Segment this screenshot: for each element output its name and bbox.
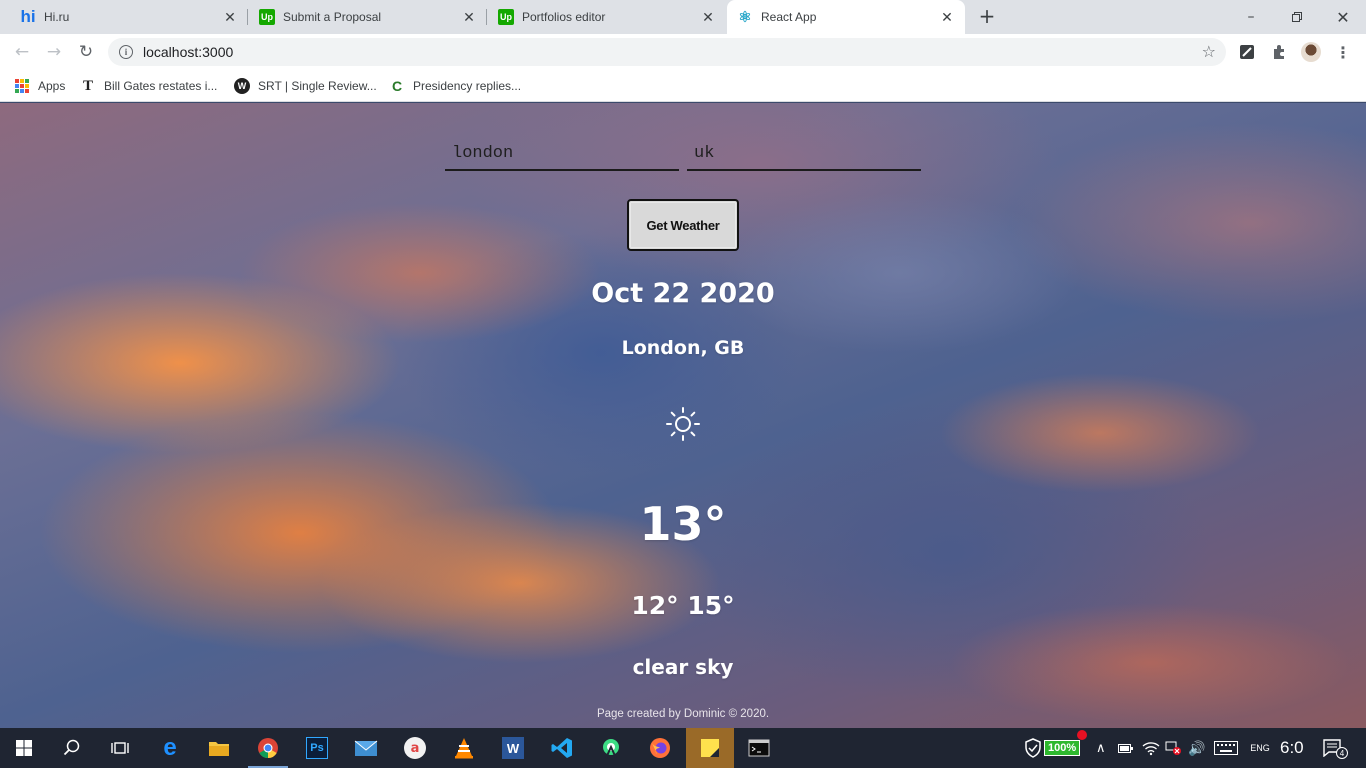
network-disconnected-icon[interactable] — [1164, 728, 1182, 768]
bookmark-bill-gates[interactable]: T Bill Gates restates i... — [80, 76, 217, 96]
tab-submit-proposal[interactable]: Up Submit a Proposal ✕ — [249, 0, 487, 34]
srt-favicon-icon: W — [234, 78, 250, 94]
hiru-favicon-icon: hi — [20, 7, 36, 26]
restore-icon[interactable] — [1274, 0, 1320, 34]
back-icon[interactable]: ← — [10, 40, 34, 64]
site-info-icon[interactable]: i — [119, 45, 133, 59]
clock[interactable]: 6:0 — [1280, 728, 1304, 768]
bookmark-apps[interactable]: Apps — [14, 76, 65, 96]
power-plug-icon[interactable] — [1118, 728, 1134, 768]
upwork-favicon-icon: Up — [259, 9, 275, 25]
notification-dot-icon — [1077, 730, 1087, 740]
close-window-icon[interactable]: ✕ — [1320, 0, 1366, 34]
minimize-icon[interactable]: – — [1228, 0, 1274, 34]
chevron-up-icon[interactable]: ∧ — [1096, 728, 1106, 768]
sun-icon — [666, 407, 700, 441]
menu-kebab-icon[interactable]: ⋮ — [1333, 42, 1353, 62]
forward-icon[interactable]: → — [42, 40, 66, 64]
weather-page: Get Weather Oct 22 2020 London, GB 13° 1… — [0, 103, 1366, 728]
bookmarks-bar: Apps T Bill Gates restates i... W SRT | … — [0, 70, 1366, 102]
photoshop-icon[interactable]: Ps — [293, 728, 341, 768]
vlc-icon[interactable] — [440, 728, 488, 768]
close-tab-icon[interactable]: ✕ — [461, 9, 477, 26]
weather-location: London, GB — [621, 337, 745, 359]
windows-taskbar: e Ps a W 100% ∧ 🔊 ENG 6:0 4 — [0, 728, 1366, 768]
defender-tray-icon[interactable] — [1024, 728, 1042, 768]
new-tab-icon[interactable]: + — [975, 5, 999, 29]
country-input[interactable] — [687, 137, 921, 171]
weather-date: Oct 22 2020 — [591, 278, 775, 309]
weather-description: clear sky — [632, 655, 734, 679]
edge-icon[interactable]: e — [146, 728, 194, 768]
tab-title: Portfolios editor — [522, 10, 606, 24]
react-favicon-icon: ⚛ — [738, 9, 752, 26]
page-footer: Page created by Dominic © 2020. — [596, 708, 770, 720]
tab-portfolios-editor[interactable]: Up Portfolios editor ✕ — [488, 0, 726, 34]
tab-title: React App — [761, 10, 817, 24]
reload-icon[interactable]: ↻ — [74, 40, 98, 64]
wifi-icon[interactable] — [1142, 728, 1160, 768]
bookmark-label: SRT | Single Review... — [258, 79, 377, 93]
battery-tray[interactable]: 100% — [1044, 728, 1087, 768]
bookmark-label: Bill Gates restates i... — [104, 79, 218, 93]
android-studio-icon[interactable] — [587, 728, 635, 768]
sticky-notes-icon[interactable] — [686, 728, 734, 768]
current-temperature: 13° — [639, 497, 727, 551]
bookmark-star-icon[interactable]: ☆ — [1202, 42, 1216, 61]
bookmark-srt[interactable]: W SRT | Single Review... — [234, 76, 377, 96]
extension-icon[interactable] — [1237, 42, 1257, 62]
bookmark-label: Presidency replies... — [413, 79, 522, 93]
file-explorer-icon[interactable] — [195, 728, 243, 768]
language-indicator[interactable]: ENG — [1250, 728, 1270, 768]
battery-percent: 100% — [1044, 740, 1081, 756]
close-tab-icon[interactable]: ✕ — [222, 9, 238, 26]
firefox-icon[interactable] — [636, 728, 684, 768]
app-circle-icon[interactable]: a — [391, 728, 439, 768]
keyboard-icon[interactable] — [1214, 728, 1238, 768]
apps-grid-icon — [14, 78, 30, 94]
puzzle-extensions-icon[interactable] — [1269, 42, 1289, 62]
tab-title: Hi.ru — [44, 10, 70, 24]
volume-icon[interactable]: 🔊 — [1188, 728, 1205, 768]
min-max-temperature: 12° 15° — [631, 591, 735, 620]
presidency-favicon-icon: C — [391, 78, 403, 94]
chrome-icon[interactable] — [244, 728, 292, 768]
city-input[interactable] — [445, 137, 679, 171]
browser-toolbar: ← → ↻ i localhost:3000 ☆ ⋮ — [0, 34, 1366, 70]
profile-avatar-icon[interactable] — [1301, 42, 1321, 62]
close-tab-icon[interactable]: ✕ — [700, 9, 716, 26]
close-tab-icon[interactable]: ✕ — [939, 9, 955, 26]
word-icon[interactable]: W — [489, 728, 537, 768]
tab-title: Submit a Proposal — [283, 10, 382, 24]
tab-hiru[interactable]: hi Hi.ru ✕ — [10, 0, 248, 34]
address-bar[interactable]: i localhost:3000 ☆ — [108, 38, 1226, 66]
tab-react-app[interactable]: ⚛ React App ✕ — [727, 0, 965, 34]
search-icon[interactable] — [48, 728, 96, 768]
task-view-icon[interactable] — [96, 728, 144, 768]
mail-icon[interactable] — [342, 728, 390, 768]
language-text: ENG — [1250, 743, 1270, 753]
vscode-icon[interactable] — [538, 728, 586, 768]
terminal-icon[interactable] — [735, 728, 783, 768]
clock-time: 6:0 — [1280, 738, 1304, 757]
action-center-icon[interactable]: 4 — [1323, 728, 1348, 768]
bookmark-label: Apps — [38, 79, 66, 93]
browser-tabstrip: hi Hi.ru ✕ Up Submit a Proposal ✕ Up Por… — [0, 0, 1366, 34]
upwork-favicon-icon: Up — [498, 9, 514, 25]
notification-count: 4 — [1336, 747, 1348, 759]
bookmark-presidency[interactable]: C Presidency replies... — [389, 76, 521, 96]
newspaper-favicon-icon: T — [82, 77, 93, 94]
get-weather-button[interactable]: Get Weather — [627, 199, 739, 251]
url-text: localhost:3000 — [143, 44, 234, 60]
windows-start-icon[interactable] — [0, 728, 48, 768]
